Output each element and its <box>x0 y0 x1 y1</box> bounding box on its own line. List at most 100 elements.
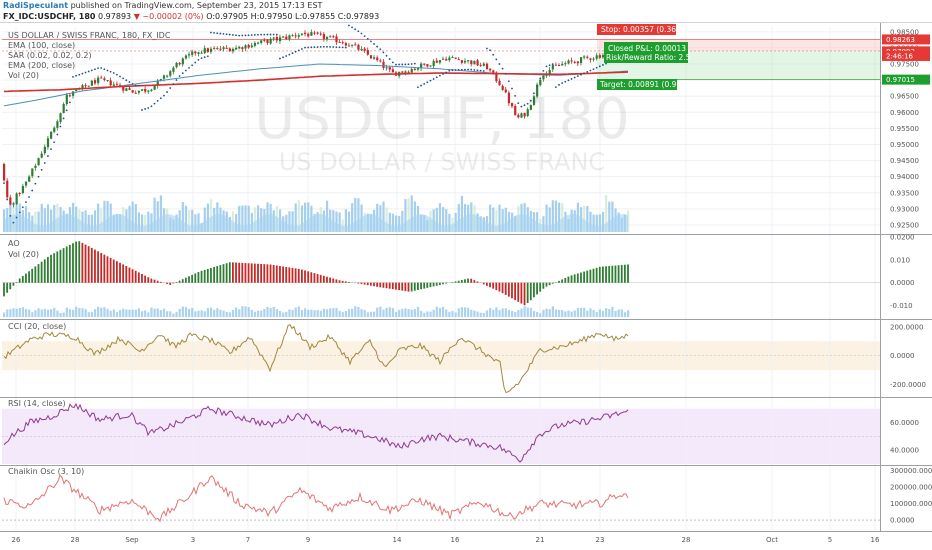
candle-body <box>216 48 219 50</box>
candle-body <box>426 64 429 67</box>
ao-volume-bar <box>514 312 517 317</box>
sar-dot <box>366 37 369 40</box>
sar-dot <box>548 64 551 67</box>
ao-volume-bar <box>241 306 244 317</box>
candle-body <box>583 56 586 58</box>
sar-dot <box>435 76 438 79</box>
ao-label[interactable]: AO <box>8 239 20 248</box>
ao-volume-bar <box>93 309 97 317</box>
candle-body <box>473 60 476 65</box>
time-tick-label: 3 <box>191 536 195 544</box>
ao-bar <box>128 267 131 283</box>
sar-dot <box>335 46 338 49</box>
ao-bar <box>46 256 49 283</box>
indicator-label-ema200[interactable]: EMA (200, close) <box>8 61 75 70</box>
chaikin-label[interactable]: Chaikin Osc (3, 10) <box>8 467 84 476</box>
ao-volume-bar <box>360 309 363 317</box>
sar-dot <box>570 78 573 80</box>
candle-body <box>50 131 53 139</box>
ao-volume-bar <box>307 309 310 317</box>
ao-bar <box>319 274 322 283</box>
sar-dot <box>216 32 219 35</box>
ao-bar <box>188 276 190 283</box>
ao-bar <box>200 270 203 283</box>
ao-volume-bar <box>492 309 495 317</box>
main-pane-title[interactable]: US DOLLAR / SWISS FRANC, 180, FX_IDC <box>8 31 171 40</box>
ao-bar <box>279 265 281 283</box>
sar-dot <box>122 77 125 80</box>
ao-volume-bar <box>150 307 153 317</box>
candle-body <box>87 85 90 87</box>
time-tick-label: Sep <box>125 536 139 544</box>
axis-tick-label: 0.97500 <box>890 61 919 69</box>
sar-dot <box>467 68 469 71</box>
ao-volume-bar <box>382 309 385 317</box>
candle-body <box>275 37 279 41</box>
indicator-label-ema100[interactable]: EMA (100, close) <box>8 41 75 50</box>
candle-body <box>592 58 595 60</box>
ao-bar <box>244 263 247 283</box>
candle-body <box>485 63 489 70</box>
ao-bar <box>144 275 147 283</box>
time-tick-label: 5 <box>828 536 832 544</box>
ao-bar <box>417 282 419 291</box>
sar-dot <box>536 84 538 87</box>
sar-dot <box>112 72 115 74</box>
indicator-label-vol[interactable]: Vol (20) <box>8 71 39 80</box>
ao-volume-bar <box>137 308 141 317</box>
candle-body <box>316 32 319 34</box>
ao-volume-bar <box>68 309 72 317</box>
stop-label-text: Stop: 0.00357 (0.36%) <box>601 25 686 34</box>
ao-volume-bar <box>529 307 532 317</box>
sar-dot <box>379 48 382 51</box>
candle-body <box>413 68 416 70</box>
sar-dot <box>545 65 548 68</box>
ao-volume-bar <box>300 309 304 317</box>
price-tag-text: 0.98263 <box>886 36 915 44</box>
candle-body <box>269 38 272 44</box>
ao-bar <box>551 282 554 284</box>
target-label[interactable]: Target: 0.00891 (0.91%) <box>597 79 691 90</box>
candle-body <box>263 39 266 41</box>
sar-dot <box>244 34 247 37</box>
ao-volume-bar <box>175 311 178 317</box>
indicator-label-sar[interactable]: SAR (0.02, 0.02, 0.2) <box>8 51 92 60</box>
ao-volume-bar <box>416 306 420 317</box>
ao-bar <box>288 267 291 283</box>
candle-body <box>294 35 297 37</box>
rsi-label[interactable]: RSI (14, close) <box>8 399 66 408</box>
ao-volume-bar <box>56 310 59 317</box>
time-tick-label: 9 <box>306 536 310 544</box>
ao-bar <box>558 280 560 283</box>
sar-dot <box>322 45 325 48</box>
ao-bar <box>460 280 463 283</box>
candle-body <box>529 104 532 110</box>
cci-label[interactable]: CCI (20, close) <box>8 322 66 331</box>
axis-tick-label: 60.0000 <box>890 419 919 427</box>
sar-dot <box>573 76 576 79</box>
ao-vol-label[interactable]: Vol (20) <box>8 250 39 259</box>
ao-volume-bar <box>608 309 611 317</box>
axis-tick-label: 200.0000 <box>890 323 923 331</box>
sar-dot <box>485 47 488 50</box>
ao-bar <box>272 265 275 283</box>
closed-pnl-label[interactable]: Closed P&L: 0.00013 Risk/Reward Ratio: 2… <box>604 42 691 63</box>
ao-volume-bar <box>485 310 489 317</box>
ao-volume-bar <box>162 308 166 317</box>
ao-bar <box>482 282 485 285</box>
ao-bar <box>72 243 74 283</box>
ao-volume-bar <box>376 307 379 317</box>
sar-dot <box>197 58 200 61</box>
ao-volume-bar <box>627 310 630 317</box>
sar-dot <box>479 69 482 72</box>
axis-tick-label: 0.0000 <box>890 279 915 287</box>
stop-label[interactable]: Stop: 0.00357 (0.36%) <box>597 24 686 35</box>
volume-bars <box>3 195 630 232</box>
ao-bar <box>119 262 121 283</box>
sar-dot <box>137 84 140 87</box>
candle-body <box>586 56 589 58</box>
chart-canvas[interactable]: USDCHF, 180 US DOLLAR / SWISS FRANC US D… <box>0 0 932 550</box>
ao-volume-bar <box>6 309 9 317</box>
time-tick-label: 14 <box>393 536 402 544</box>
ao-bar <box>595 267 598 283</box>
